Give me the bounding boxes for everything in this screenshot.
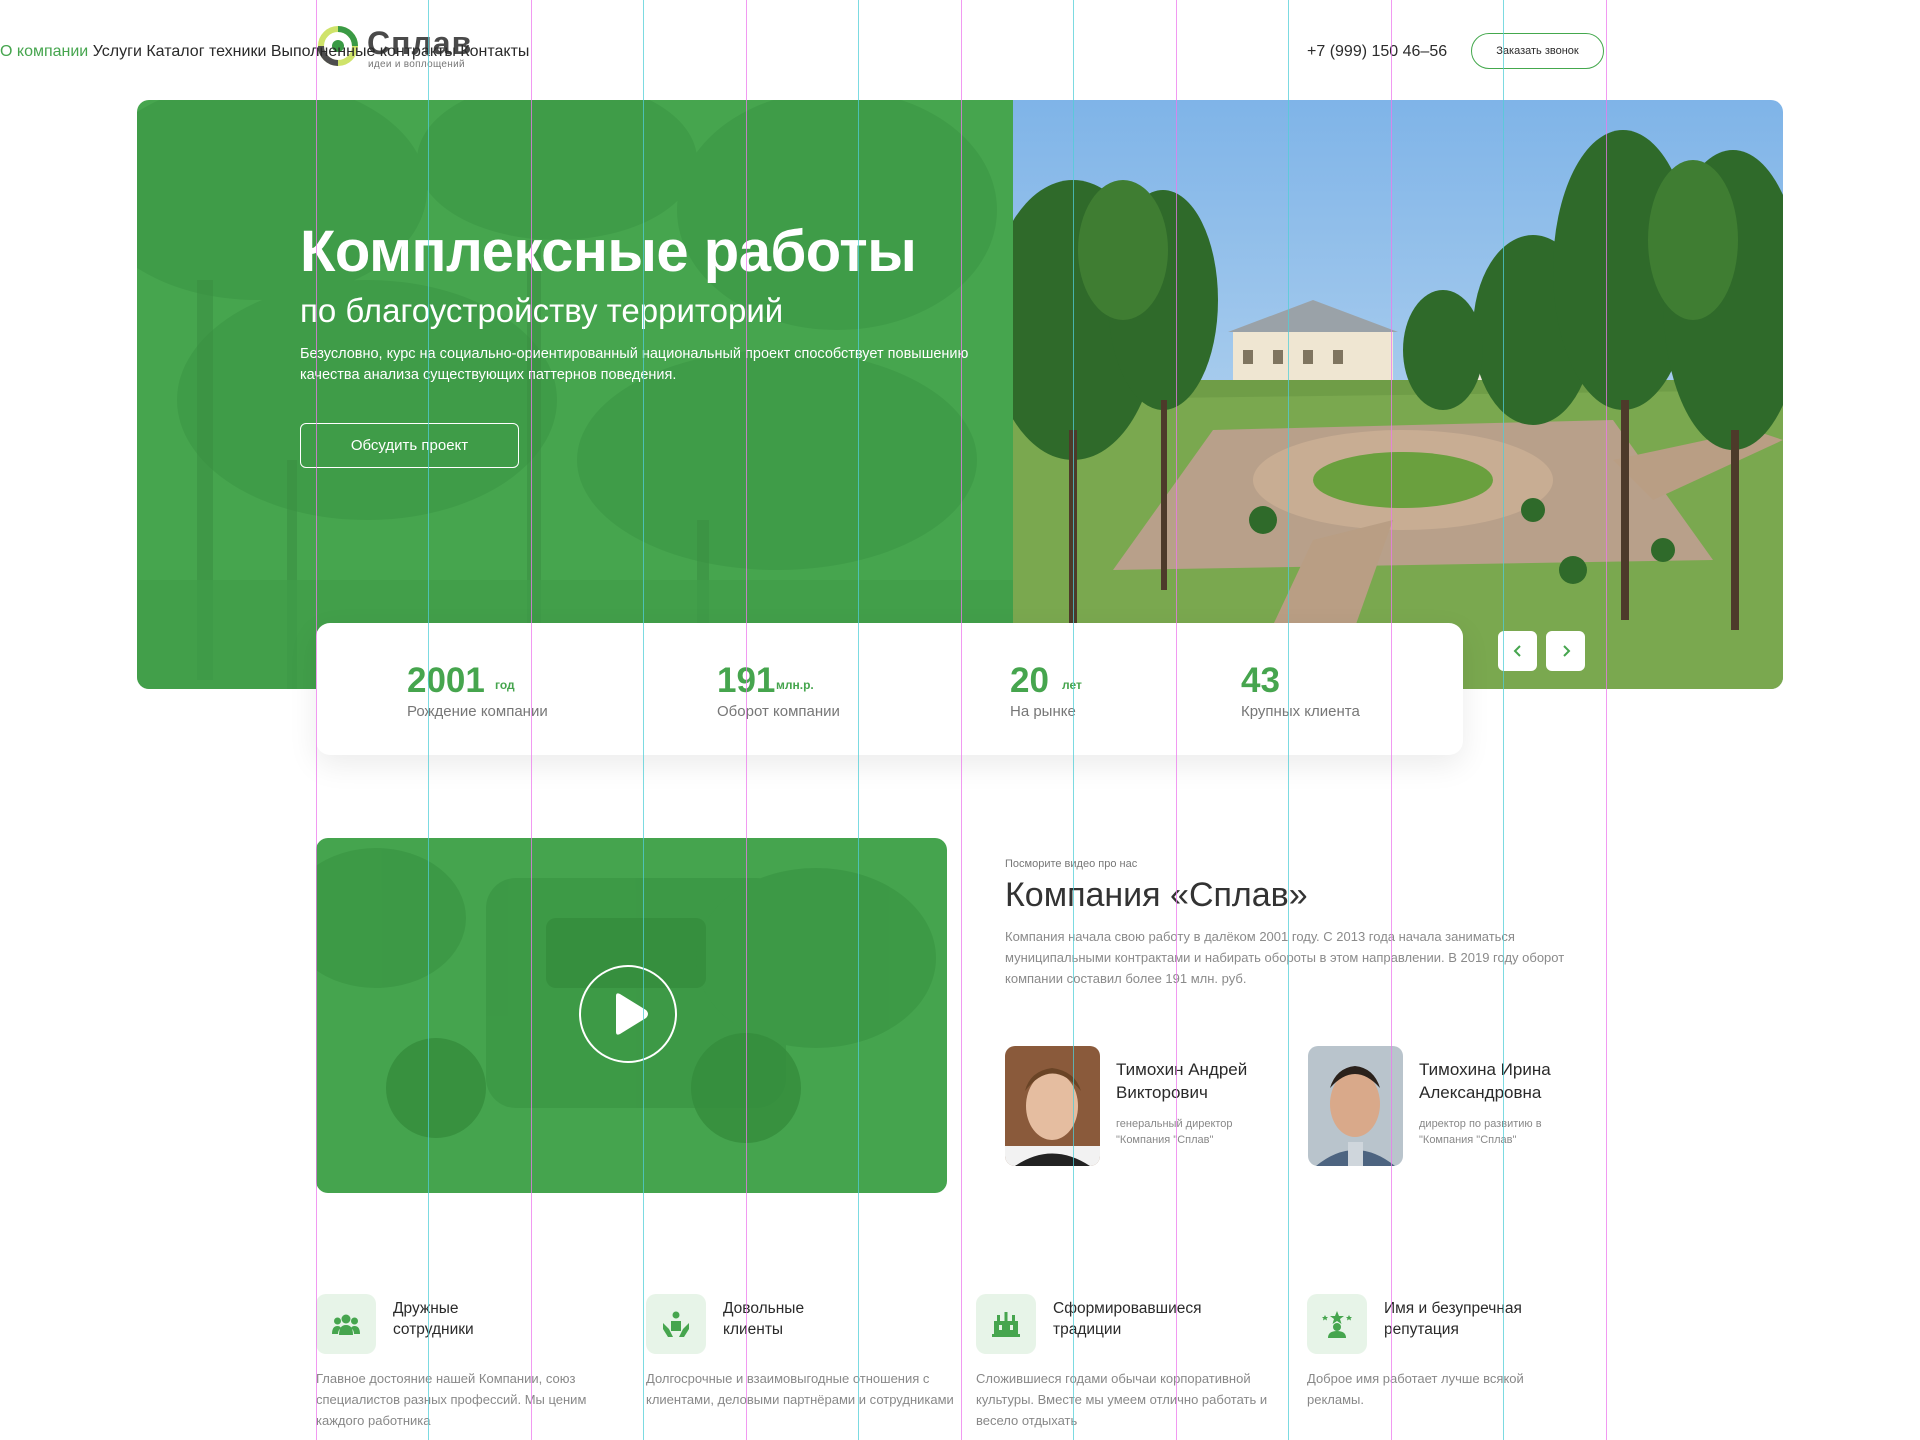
stat-unit: год (495, 678, 515, 692)
person-role: директор по развитию в "Компания "Сплав" (1419, 1118, 1542, 1146)
stats-card: 2001 год Рождение компании 191 млн.р. Об… (316, 623, 1463, 755)
about-title: Компания «Сплав» (1005, 876, 1308, 914)
phone-number[interactable]: +7 (999) 150 46–56 (1307, 43, 1447, 61)
about-text: Компания начала свою работу в далёком 20… (1005, 929, 1565, 986)
feature-title: Дружные сотрудники (393, 1300, 474, 1338)
feature-icon-box (646, 1294, 706, 1354)
hero-title: Комплексные работы (300, 219, 917, 284)
hero-background-trees (137, 100, 1013, 689)
callback-button[interactable]: Заказать звонок (1471, 33, 1604, 69)
feature-title: Довольные клиенты (723, 1300, 805, 1338)
reputation-icon (1322, 1311, 1352, 1338)
team-icon (332, 1314, 360, 1335)
main-nav: О компании Услуги Каталог техники Выполн… (0, 43, 529, 61)
stat-value: 43 (1241, 661, 1280, 700)
play-icon (579, 965, 677, 1063)
park-image (1013, 100, 1783, 689)
feature-icon-box (316, 1294, 376, 1354)
stat-label: Крупных клиента (1241, 703, 1360, 720)
traditions-icon (992, 1312, 1020, 1337)
feature-text: Долгосрочные и взаимовыгодные отношения … (646, 1371, 954, 1407)
chevron-left-icon (1513, 645, 1521, 657)
slider-prev-button[interactable] (1498, 631, 1537, 671)
hero-green-panel (137, 100, 1013, 689)
feature-text: Сложившиеся годами обычаи корпоративной … (976, 1371, 1268, 1428)
feature-text: Главное достояние нашей Компании, союз с… (316, 1371, 587, 1428)
slider-next-button[interactable] (1546, 631, 1585, 671)
stat-label: Рождение компании (407, 703, 548, 720)
about-kicker: Посморите видео про нас (1005, 858, 1138, 870)
nav-catalog[interactable]: Каталог техники (146, 43, 266, 60)
stat-unit: лет (1062, 678, 1082, 692)
chevron-right-icon (1562, 645, 1570, 657)
person-photo (1308, 1046, 1403, 1166)
stat-unit: млн.р. (776, 678, 814, 692)
discuss-project-button[interactable]: Обсудить проект (300, 423, 519, 468)
feature-title: Сформировавшиеся традиции (1053, 1300, 1202, 1338)
stat-value: 20 (1010, 661, 1049, 700)
hero-park-photo (1013, 100, 1783, 689)
avatar (1005, 1046, 1100, 1166)
nav-about[interactable]: О компании (0, 43, 88, 60)
nav-contacts[interactable]: Контакты (460, 43, 529, 60)
hero-description: Безусловно, курс на социально-ориентиров… (300, 346, 969, 383)
feature-icon-box (1307, 1294, 1367, 1354)
stat-value: 2001 (407, 661, 485, 700)
feature-title: Имя и безупречная репутация (1384, 1300, 1522, 1338)
person-photo (1005, 1046, 1100, 1166)
stat-label: На рынке (1010, 703, 1076, 720)
feature-icon-box (976, 1294, 1036, 1354)
stat-value: 191 (717, 661, 776, 700)
hero-banner (137, 100, 1783, 689)
person-role: генеральный директор "Компания "Сплав" (1116, 1118, 1233, 1146)
nav-services[interactable]: Услуги (93, 43, 142, 60)
avatar (1308, 1046, 1403, 1166)
person-name: Тимохина Ирина Александровна (1419, 1060, 1551, 1102)
stat-label: Оборот компании (717, 703, 840, 720)
play-button[interactable] (578, 964, 678, 1064)
feature-text: Доброе имя работает лучше всякой рекламы… (1307, 1371, 1524, 1407)
person-name: Тимохин Андрей Викторович (1116, 1060, 1248, 1102)
hero-subtitle: по благоустройству территорий (300, 292, 784, 329)
handshake-icon (663, 1311, 689, 1337)
nav-contracts[interactable]: Выполненные контракты (271, 43, 456, 60)
